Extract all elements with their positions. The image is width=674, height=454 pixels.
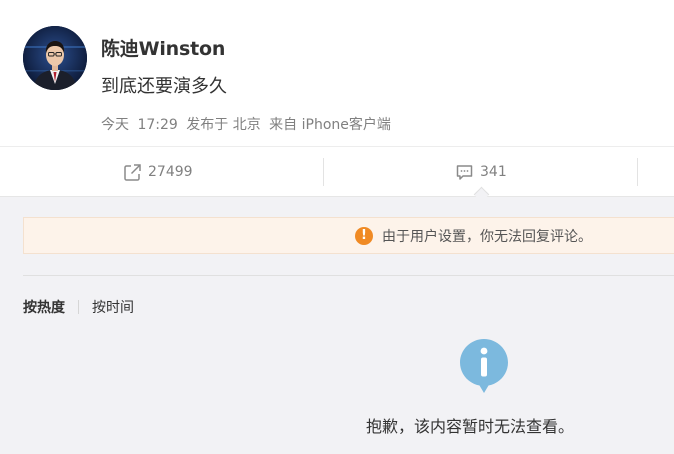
post-text: 到底还要演多久 [101, 76, 227, 97]
post-date: 今天 [101, 117, 129, 133]
divider [23, 275, 674, 276]
sort-tabs: 按热度 按时间 [23, 297, 134, 317]
notice-content: ! 由于用户设置，你无法回复评论。 [355, 218, 592, 253]
action-separator [323, 158, 324, 186]
post-source[interactable]: 来自 iPhone客户端 [269, 117, 391, 133]
avatar-image [23, 26, 87, 90]
info-icon [459, 338, 509, 394]
sort-tab-time[interactable]: 按时间 [92, 297, 134, 317]
avatar[interactable] [23, 26, 87, 90]
notice-bar: ! 由于用户设置，你无法回复评论。 [23, 217, 674, 254]
post-location: 发布于 北京 [186, 117, 261, 133]
author-name[interactable]: 陈迪Winston [101, 34, 225, 61]
divider [0, 146, 674, 147]
post-card: 陈迪Winston 到底还要演多久 今天 17:29 发布于 北京 来自 iPh… [0, 0, 674, 197]
action-separator [637, 158, 638, 186]
comment-button[interactable]: 341 [455, 157, 507, 187]
forward-count: 27499 [148, 164, 193, 180]
sort-tab-hot[interactable]: 按热度 [23, 297, 65, 317]
post-time: 17:29 [137, 117, 178, 133]
post-meta: 今天 17:29 发布于 北京 来自 iPhone客户端 [101, 114, 391, 134]
notice-text: 由于用户设置，你无法回复评论。 [382, 228, 592, 245]
share-icon [123, 163, 142, 182]
exclamation-icon: ! [355, 226, 373, 245]
comment-count: 341 [480, 164, 507, 180]
comment-icon [455, 163, 474, 182]
sort-separator [78, 300, 79, 314]
forward-button[interactable]: 27499 [123, 157, 193, 187]
empty-state-message: 抱歉，该内容暂时无法查看。 [366, 417, 575, 436]
